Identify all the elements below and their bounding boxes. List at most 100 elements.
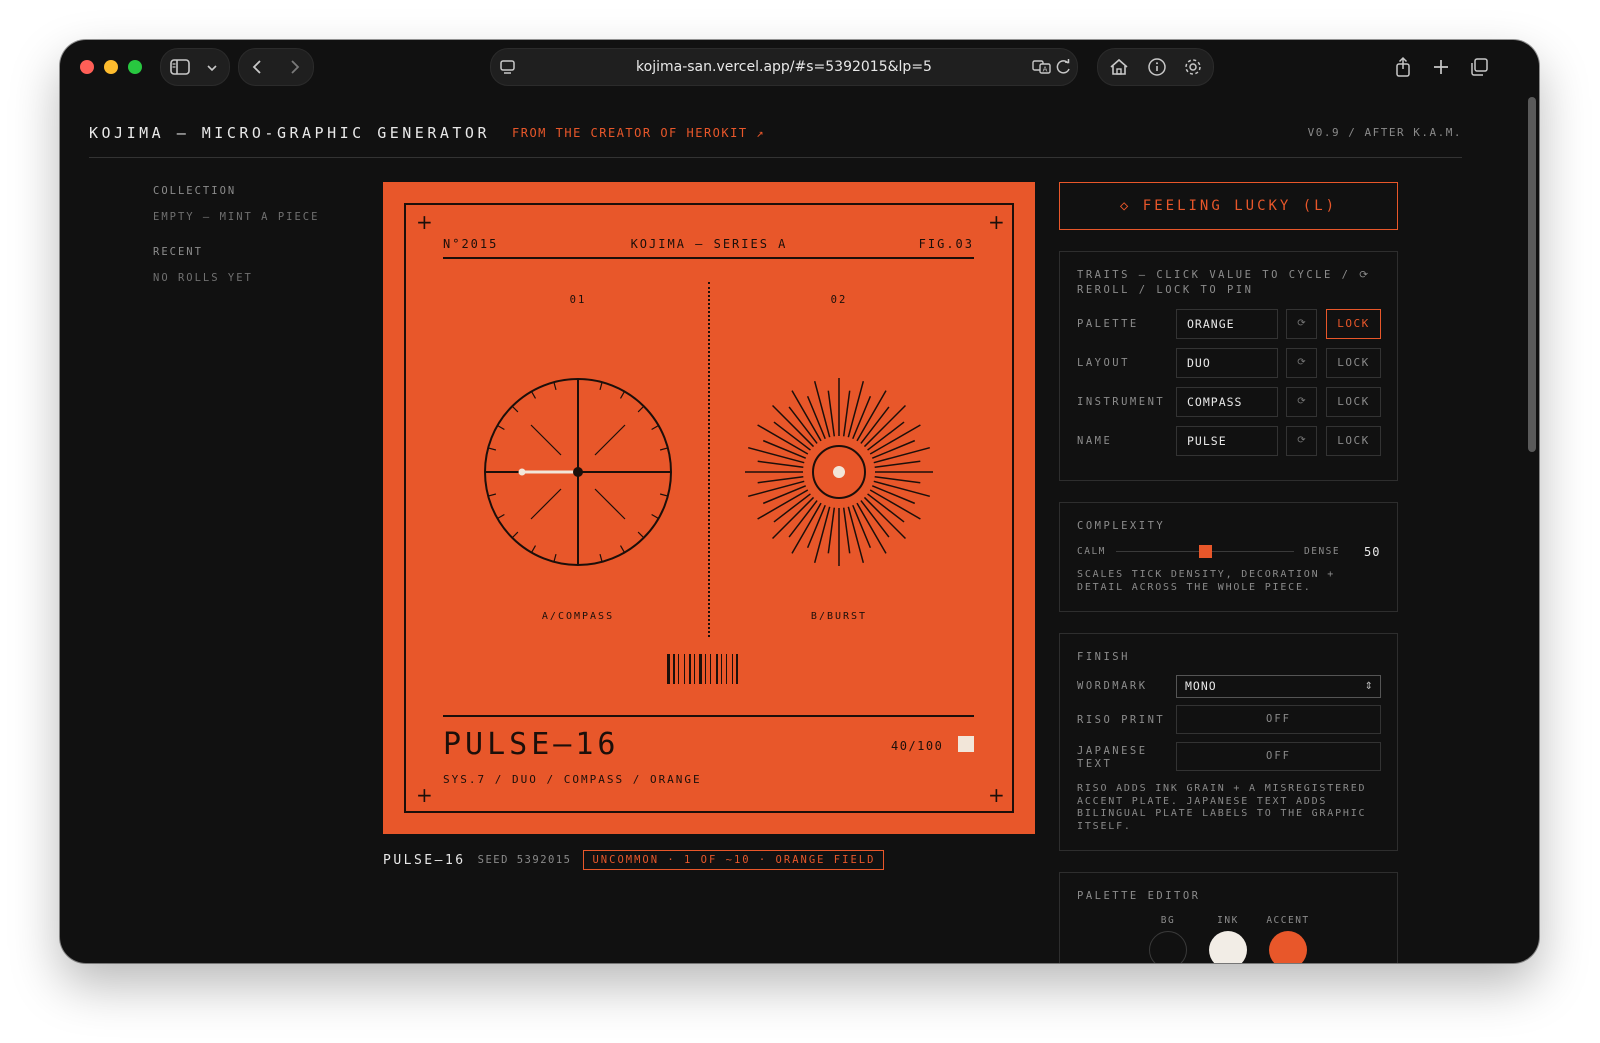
swatch-label-bg: BG (1160, 915, 1176, 926)
back-arrow-icon[interactable] (247, 57, 269, 79)
tab-overview-icon[interactable] (1468, 56, 1490, 78)
trait-value-name[interactable]: PULSE (1176, 426, 1278, 456)
app-header: KOJIMA — MICRO-GRAPHIC GENERATOR FROM TH… (89, 124, 1462, 158)
info-icon[interactable] (1146, 57, 1168, 79)
sidebar: COLLECTION EMPTY — MINT A PIECE RECENT N… (153, 185, 319, 307)
barcode-bar (705, 654, 706, 684)
lock-palette-button[interactable]: LOCK (1326, 309, 1381, 339)
wordmark-label: WORDMARK (1077, 680, 1148, 692)
sidebar-toggle-icon[interactable] (169, 57, 191, 79)
burst-ray (827, 507, 836, 554)
corner-plus-icon: + (988, 783, 1005, 807)
trait-label-name: NAME (1077, 435, 1113, 447)
slot-2-index: 02 (830, 294, 848, 306)
reroll-icon[interactable]: ⟳ (1286, 387, 1317, 417)
share-icon[interactable] (1392, 56, 1414, 78)
gear-icon[interactable] (1182, 57, 1204, 79)
browser-toolbar: kojima-san.vercel.app/#s=5392015&lp=5 A (60, 40, 1539, 100)
corner-plus-icon: + (416, 783, 433, 807)
artwork-caption: PULSE—16 SEED 5392015 UNCOMMON · 1 OF ~1… (383, 850, 885, 870)
barcode-graphic (667, 654, 738, 684)
compass-tick (619, 391, 626, 399)
traits-title: TRAITS — CLICK VALUE TO CYCLE / ⟳ REROLL… (1077, 269, 1371, 296)
collection-label: COLLECTION (153, 185, 237, 197)
chevron-down-icon[interactable] (201, 58, 223, 80)
minimize-window-button[interactable] (104, 60, 118, 74)
burst-ray (813, 506, 831, 563)
burst-ray (773, 421, 811, 451)
ink-color-swatch[interactable] (1209, 931, 1247, 963)
bg-color-swatch[interactable] (1149, 931, 1187, 963)
header-rule (443, 257, 974, 259)
complexity-min-label: CALM (1077, 546, 1106, 557)
herokit-link[interactable]: FROM THE CREATOR OF HEROKIT ↗ (512, 126, 765, 140)
burst-ray (842, 507, 851, 554)
svg-text:A: A (1043, 66, 1048, 74)
wordmark-selected-value: MONO (1185, 679, 1217, 693)
compass-tick (497, 513, 505, 520)
swatch-label-ink: INK (1217, 915, 1239, 926)
palette-editor-title: PALETTE EDITOR (1077, 890, 1201, 902)
burst-ray (860, 406, 890, 444)
barcode-bar (699, 654, 702, 684)
close-window-button[interactable] (80, 60, 94, 74)
footer-rule (443, 715, 974, 717)
trait-value-palette[interactable]: ORANGE (1176, 309, 1278, 339)
burst-ray (867, 421, 905, 451)
lock-layout-button[interactable]: LOCK (1326, 348, 1381, 378)
burst-ray (842, 390, 851, 437)
burst-ray (847, 381, 865, 438)
burst-ray (867, 493, 905, 523)
artwork-canvas: + + + + N°2015 KOJIMA — SERIES A FIG.03 … (383, 182, 1035, 834)
address-bar[interactable]: kojima-san.vercel.app/#s=5392015&lp=5 A (490, 48, 1078, 86)
app-title: KOJIMA — MICRO-GRAPHIC GENERATOR (89, 124, 490, 142)
lock-name-button[interactable]: LOCK (1326, 426, 1381, 456)
barcode-bar (667, 654, 670, 684)
accent-color-swatch[interactable] (1269, 931, 1307, 963)
burst-ray (874, 475, 921, 484)
barcode-bar (736, 654, 738, 684)
barcode-bar (694, 654, 695, 684)
reroll-icon[interactable]: ⟳ (1286, 348, 1317, 378)
slot-2-label: B/BURST (810, 611, 868, 622)
reroll-icon[interactable]: ⟳ (1286, 309, 1317, 339)
trait-value-layout[interactable]: DUO (1176, 348, 1278, 378)
reroll-icon[interactable]: ⟳ (1286, 426, 1317, 456)
zoom-window-button[interactable] (128, 60, 142, 74)
collection-empty-text: EMPTY — MINT A PIECE (153, 211, 320, 223)
compass-tick (553, 382, 557, 391)
forward-arrow-icon[interactable] (283, 57, 305, 79)
wordmark-select[interactable]: MONO ⇕ (1176, 675, 1381, 698)
new-tab-icon[interactable] (1430, 56, 1452, 78)
compass-tick (619, 545, 626, 553)
artwork-meta: SYS.7 / DUO / COMPASS / ORANGE (443, 773, 702, 786)
accent-swatch (958, 736, 974, 752)
compass-tick (488, 447, 497, 451)
corner-plus-icon: + (988, 210, 1005, 234)
translate-icon[interactable]: A (1031, 57, 1053, 79)
burst-ray (748, 446, 805, 464)
compass-tick (553, 553, 557, 562)
barcode-bar (684, 654, 685, 684)
compass-tick (659, 447, 668, 451)
barcode-bar (732, 654, 733, 684)
riso-print-toggle[interactable]: OFF (1176, 705, 1381, 734)
palette-editor-card: PALETTE EDITOR BG INK ACCENT (1059, 872, 1398, 963)
complexity-slider-thumb[interactable] (1199, 545, 1212, 558)
reload-icon[interactable] (1053, 57, 1075, 79)
japanese-text-toggle[interactable]: OFF (1176, 742, 1381, 771)
burst-ray (860, 500, 890, 538)
lock-instrument-button[interactable]: LOCK (1326, 387, 1381, 417)
page-scrollbar[interactable] (1528, 97, 1536, 452)
compass-tick (511, 531, 519, 539)
burst-ray (773, 493, 811, 523)
home-icon[interactable] (1108, 57, 1130, 79)
slot-1-label: A/COMPASS (541, 611, 615, 622)
feeling-lucky-button[interactable]: ◇ FEELING LUCKY (L) (1059, 182, 1398, 230)
trait-value-instrument[interactable]: COMPASS (1176, 387, 1278, 417)
center-divider (708, 282, 710, 637)
burst-ray (873, 480, 930, 498)
compass-tick (599, 382, 603, 391)
caption-seed: SEED 5392015 (477, 854, 572, 866)
swatch-label-accent: ACCENT (1266, 915, 1310, 926)
